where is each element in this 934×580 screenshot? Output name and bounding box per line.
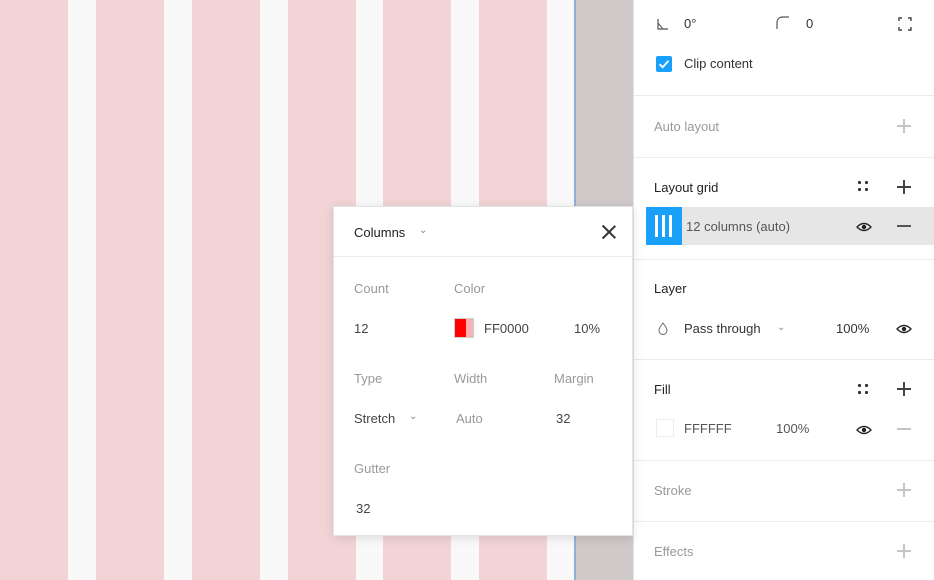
width-input[interactable]: Auto	[456, 411, 483, 426]
grid-color-swatch[interactable]	[454, 318, 474, 338]
fill-swatch[interactable]	[656, 419, 674, 437]
add-stroke-icon[interactable]	[896, 482, 912, 498]
color-label: Color	[454, 281, 486, 296]
count-input[interactable]: 12	[354, 321, 368, 336]
effects-section: Effects	[634, 521, 934, 580]
grid-type-dropdown[interactable]: Columns	[354, 225, 405, 240]
independent-corners-icon[interactable]	[898, 17, 912, 31]
rotation-icon	[656, 17, 670, 30]
fill-section: Fill FFFFFF 100%	[634, 359, 934, 461]
clip-content-label: Clip content	[684, 56, 753, 71]
grid-color-opacity-input[interactable]: 10%	[574, 321, 600, 336]
margin-label: Margin	[554, 371, 594, 386]
effects-title: Effects	[654, 544, 694, 559]
margin-input[interactable]: 32	[556, 411, 570, 426]
gutter-input[interactable]: 32	[356, 501, 370, 516]
width-label: Width	[454, 371, 488, 386]
layer-title: Layer	[654, 281, 687, 296]
type-label: Type	[354, 371, 383, 386]
chevron-down-icon: ⌄	[409, 411, 418, 422]
stroke-title: Stroke	[654, 483, 692, 498]
add-effect-icon[interactable]	[896, 543, 912, 559]
eye-icon[interactable]	[856, 220, 872, 232]
grid-column	[96, 0, 164, 580]
layer-opacity-value[interactable]: 100%	[836, 321, 869, 336]
rotation-value[interactable]: 0°	[684, 16, 696, 31]
layout-grid-item[interactable]: 12 columns (auto)	[646, 207, 934, 245]
fill-opacity-value[interactable]: 100%	[776, 421, 809, 436]
close-icon[interactable]	[600, 223, 618, 241]
grid-column	[192, 0, 260, 580]
chevron-down-icon: ⌄	[419, 225, 428, 236]
auto-layout-section: Auto layout	[634, 95, 934, 157]
grid-styles-icon[interactable]	[858, 181, 870, 193]
add-auto-layout-icon[interactable]	[896, 118, 912, 134]
corner-radius-icon	[776, 16, 790, 30]
layer-section: Layer Pass through ⌄ 100%	[634, 259, 934, 359]
remove-fill-icon[interactable]	[896, 421, 912, 437]
remove-layout-grid-icon[interactable]	[896, 218, 912, 234]
blend-mode-dropdown[interactable]: Pass through	[684, 321, 761, 336]
popup-header: Columns ⌄	[334, 207, 632, 257]
fill-hex-value[interactable]: FFFFFF	[684, 421, 732, 436]
stroke-section: Stroke	[634, 460, 934, 521]
grid-settings-icon[interactable]	[646, 207, 682, 245]
add-layout-grid-icon[interactable]	[896, 179, 912, 195]
eye-icon[interactable]	[896, 322, 912, 334]
layout-grid-title: Layout grid	[654, 180, 719, 195]
type-dropdown[interactable]: Stretch	[354, 411, 395, 426]
fill-title: Fill	[654, 382, 671, 397]
gutter-label: Gutter	[354, 461, 391, 476]
grid-column	[0, 0, 68, 580]
count-label: Count	[354, 281, 389, 296]
add-fill-icon[interactable]	[896, 381, 912, 397]
chevron-down-icon: ⌄	[777, 322, 786, 333]
fill-styles-icon[interactable]	[858, 384, 870, 396]
layout-grid-item-label: 12 columns (auto)	[686, 219, 791, 234]
auto-layout-title: Auto layout	[654, 119, 720, 134]
grid-color-hex-input[interactable]: FF0000	[484, 321, 529, 336]
grid-settings-popup: Columns ⌄ Count Color 12 FF0000 10% Type…	[333, 206, 633, 536]
properties-panel: 0° 0 Clip content Auto layout Layout gri…	[633, 0, 934, 580]
eye-icon[interactable]	[856, 423, 872, 435]
clip-content-checkbox[interactable]	[656, 56, 672, 72]
droplet-icon	[658, 322, 668, 335]
corner-radius-value[interactable]: 0	[806, 16, 813, 31]
